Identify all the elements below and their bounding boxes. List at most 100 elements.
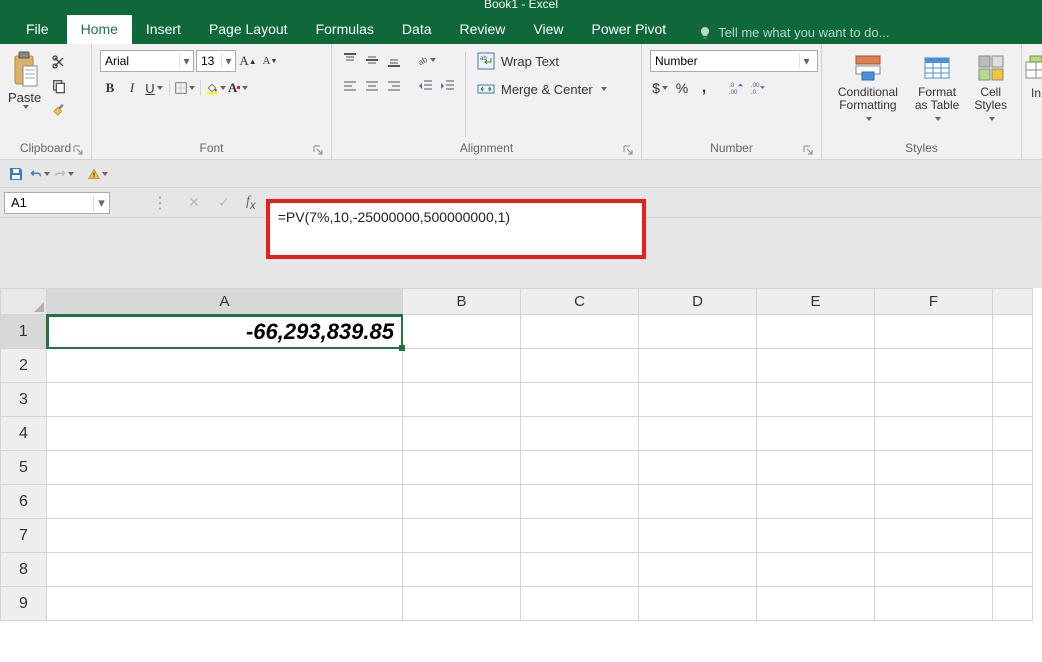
row-header-2[interactable]: 2 [1, 349, 47, 383]
chevron-down-icon[interactable]: ▾ [93, 195, 109, 211]
row-header-1[interactable]: 1 [1, 315, 47, 349]
column-header-f[interactable]: F [875, 289, 993, 315]
decrease-decimal-button[interactable]: .00.0 [748, 78, 768, 98]
cell[interactable] [639, 587, 757, 621]
cell[interactable] [757, 587, 875, 621]
cell[interactable] [521, 417, 639, 451]
cell[interactable] [47, 485, 403, 519]
cell[interactable] [47, 383, 403, 417]
cell[interactable] [757, 553, 875, 587]
percent-format-button[interactable]: % [672, 78, 692, 98]
cell[interactable] [521, 519, 639, 553]
cell[interactable] [875, 315, 993, 349]
cell[interactable] [993, 553, 1033, 587]
merge-center-button[interactable]: Merge & Center [473, 78, 611, 100]
tab-review[interactable]: Review [446, 15, 520, 44]
column-header-a[interactable]: A [47, 289, 403, 315]
cell[interactable] [993, 519, 1033, 553]
cell[interactable] [403, 383, 521, 417]
increase-decimal-button[interactable]: .0.00 [726, 78, 746, 98]
tell-me-search[interactable]: Tell me what you want to do... [698, 25, 889, 44]
row-header-7[interactable]: 7 [1, 519, 47, 553]
chevron-down-icon[interactable]: ▾ [221, 54, 235, 68]
enter-formula-button[interactable]: ✓ [214, 193, 234, 213]
chevron-down-icon[interactable]: ▾ [179, 54, 193, 68]
cell[interactable] [757, 349, 875, 383]
row-header-8[interactable]: 8 [1, 553, 47, 587]
cell[interactable] [403, 417, 521, 451]
cell[interactable] [47, 451, 403, 485]
row-header-4[interactable]: 4 [1, 417, 47, 451]
cell[interactable] [639, 349, 757, 383]
decrease-indent-button[interactable] [416, 76, 436, 96]
cancel-formula-button[interactable]: ✕ [184, 193, 204, 213]
column-header-partial[interactable] [993, 289, 1033, 315]
cell[interactable] [875, 587, 993, 621]
redo-button[interactable] [54, 164, 74, 184]
column-header-c[interactable]: C [521, 289, 639, 315]
cell[interactable] [639, 383, 757, 417]
fx-icon[interactable]: fx [246, 194, 262, 212]
column-header-b[interactable]: B [403, 289, 521, 315]
chevron-down-icon[interactable]: ▾ [799, 54, 813, 68]
cell[interactable] [403, 553, 521, 587]
align-bottom-button[interactable] [384, 50, 404, 70]
cell[interactable] [875, 553, 993, 587]
cell[interactable] [521, 451, 639, 485]
cell[interactable] [993, 587, 1033, 621]
cell[interactable] [639, 553, 757, 587]
dialog-launcher-icon[interactable] [803, 145, 813, 155]
copy-button[interactable] [49, 76, 69, 96]
select-all-button[interactable] [1, 289, 47, 315]
tab-insert[interactable]: Insert [132, 15, 195, 44]
italic-button[interactable]: I [122, 78, 142, 98]
row-header-3[interactable]: 3 [1, 383, 47, 417]
cell[interactable] [639, 417, 757, 451]
wrap-text-button[interactable]: ab Wrap Text [473, 50, 611, 72]
cell[interactable] [757, 451, 875, 485]
cell[interactable] [639, 519, 757, 553]
cell[interactable] [521, 587, 639, 621]
tab-view[interactable]: View [519, 15, 577, 44]
cell[interactable] [875, 417, 993, 451]
align-middle-button[interactable] [362, 50, 382, 70]
align-left-button[interactable] [340, 76, 360, 96]
cell[interactable] [993, 315, 1033, 349]
cell[interactable] [757, 519, 875, 553]
comma-format-button[interactable]: , [694, 78, 714, 98]
dialog-launcher-icon[interactable] [73, 145, 83, 155]
row-header-5[interactable]: 5 [1, 451, 47, 485]
conditional-formatting-button[interactable]: Conditional Formatting [830, 50, 906, 127]
font-name-combo[interactable]: ▾ [100, 50, 194, 72]
cell[interactable] [521, 553, 639, 587]
cell[interactable] [639, 315, 757, 349]
cell[interactable] [403, 587, 521, 621]
font-name-input[interactable] [101, 51, 179, 71]
borders-button[interactable] [175, 78, 195, 98]
cell[interactable] [47, 417, 403, 451]
insert-cells-button[interactable]: In [1030, 50, 1042, 102]
format-painter-button[interactable] [49, 100, 69, 120]
accounting-format-button[interactable]: $ [650, 78, 670, 98]
tab-data[interactable]: Data [388, 15, 446, 44]
cell[interactable] [403, 519, 521, 553]
tab-power-pivot[interactable]: Power Pivot [578, 15, 681, 44]
number-format-input[interactable] [651, 51, 799, 71]
cell-a1[interactable]: -66,293,839.85 [47, 315, 403, 349]
cell[interactable] [875, 485, 993, 519]
cell-styles-button[interactable]: Cell Styles [968, 50, 1013, 127]
cell[interactable] [639, 451, 757, 485]
align-right-button[interactable] [384, 76, 404, 96]
cell[interactable] [403, 349, 521, 383]
cell[interactable] [47, 553, 403, 587]
name-box-input[interactable] [5, 195, 93, 210]
cell[interactable] [993, 485, 1033, 519]
font-size-combo[interactable]: ▾ [196, 50, 236, 72]
error-check-button[interactable] [88, 164, 108, 184]
cell[interactable] [47, 519, 403, 553]
column-header-d[interactable]: D [639, 289, 757, 315]
cell[interactable] [875, 519, 993, 553]
paste-button[interactable]: Paste [8, 50, 41, 109]
cell[interactable] [757, 315, 875, 349]
format-as-table-button[interactable]: Format as Table [908, 50, 967, 127]
